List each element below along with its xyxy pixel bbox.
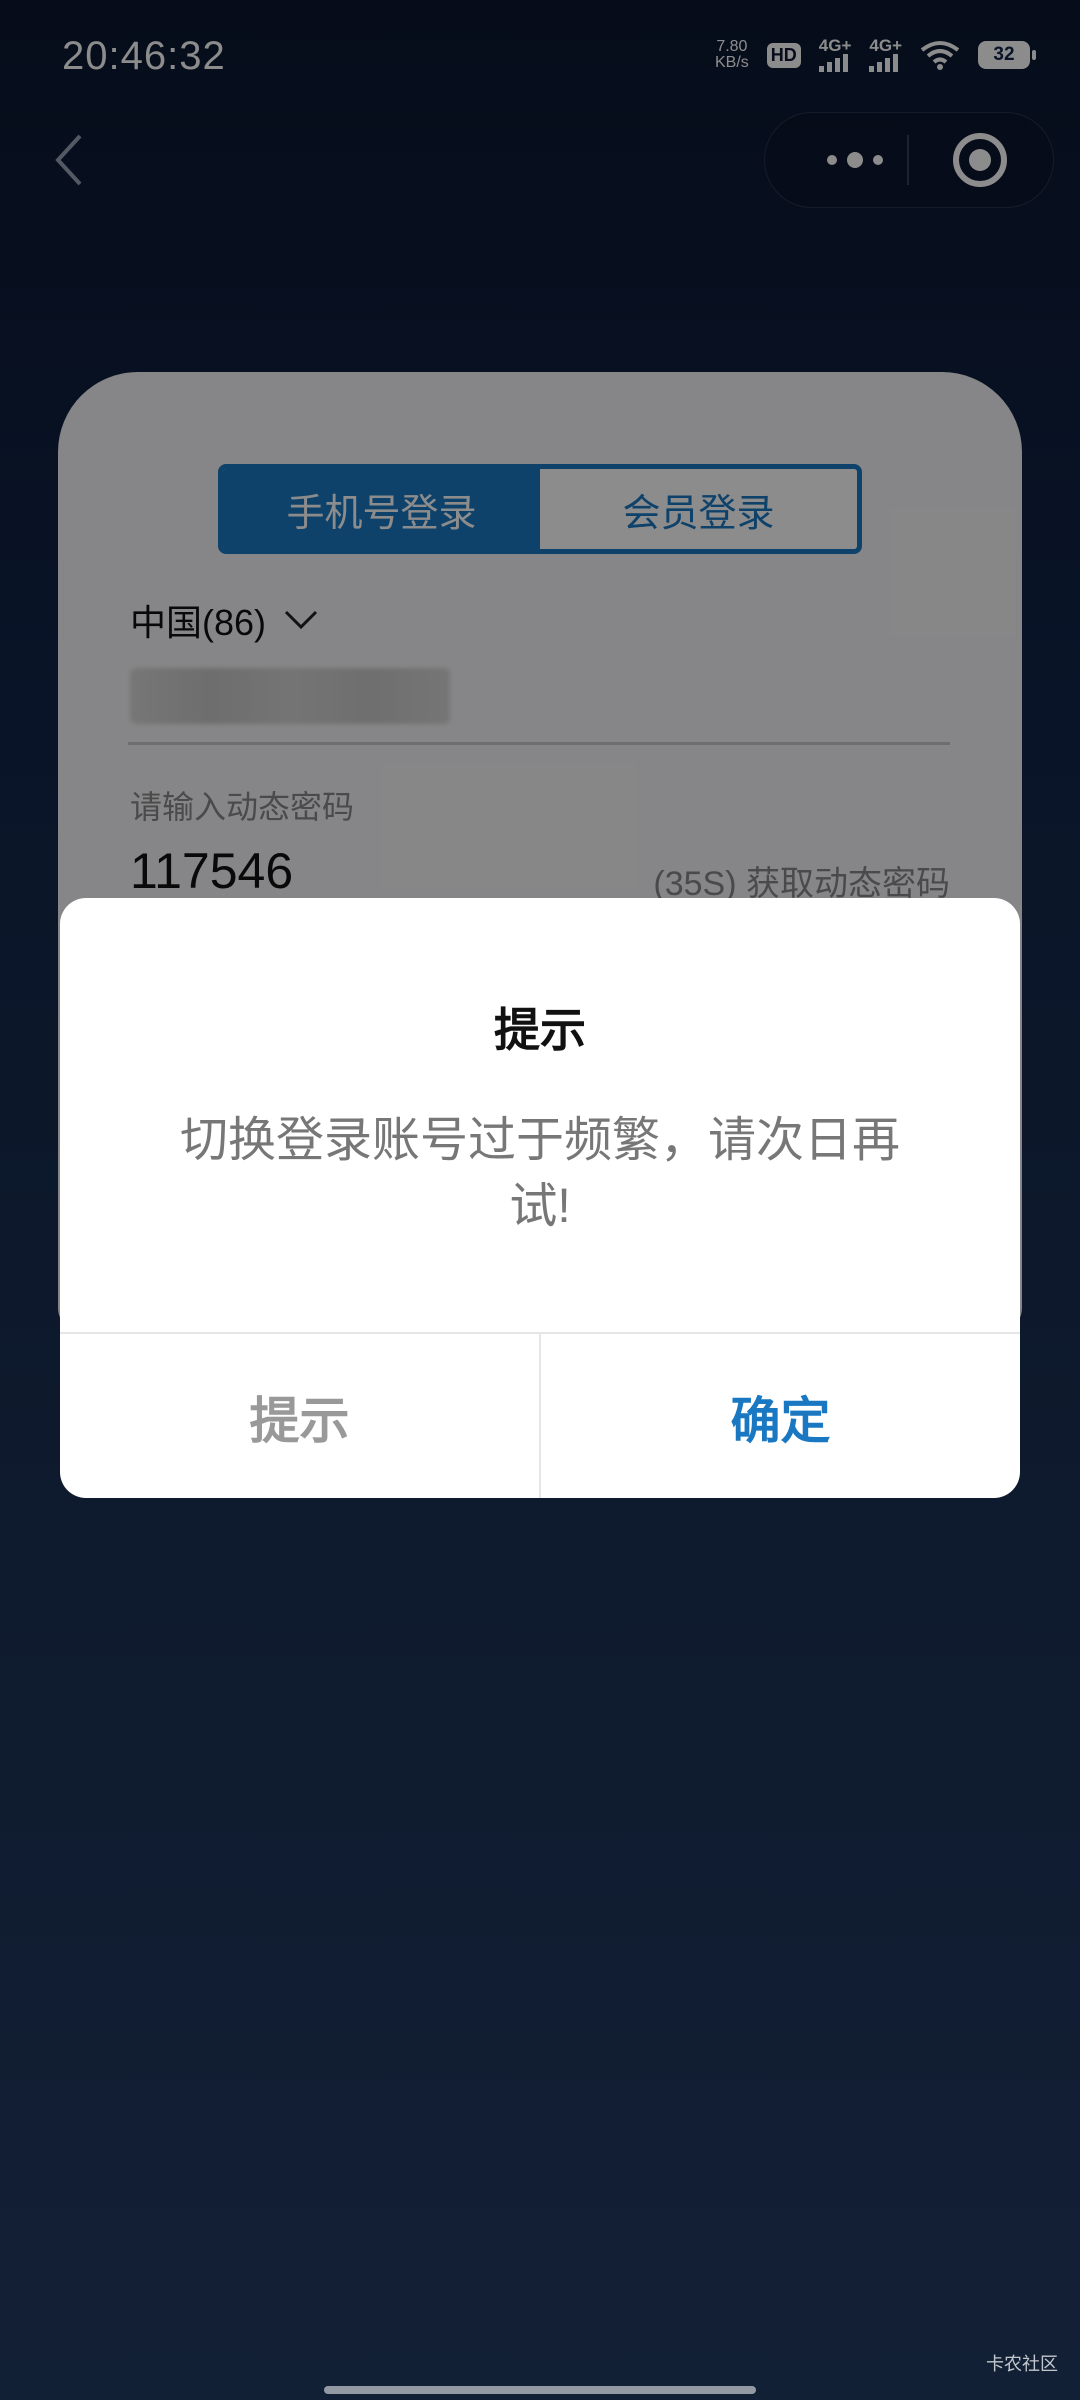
confirm-button[interactable]: 确定	[541, 1334, 1020, 1498]
alert-dialog: 提示 切换登录账号过于频繁，请次日再试! 提示 确定	[60, 898, 1020, 1498]
home-indicator[interactable]	[324, 2386, 756, 2394]
dialog-left-button[interactable]: 提示	[60, 1334, 541, 1498]
dialog-message: 切换登录账号过于频繁，请次日再试!	[179, 1114, 900, 1233]
dialog-title: 提示	[494, 1004, 586, 1056]
watermark: 卡农社区	[986, 2354, 1058, 2374]
dialog-buttons: 提示 确定	[60, 1332, 1020, 1498]
